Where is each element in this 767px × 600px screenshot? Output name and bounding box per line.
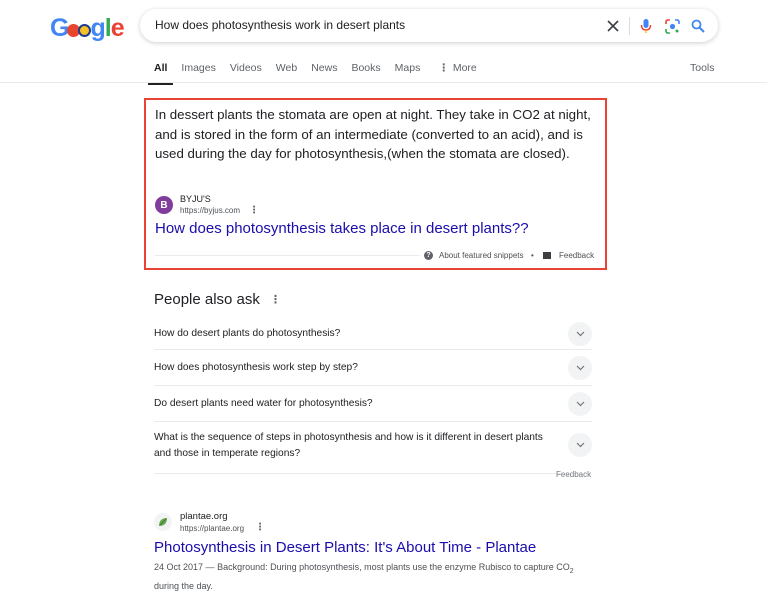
plantae-favicon [154,513,172,531]
result-url[interactable]: https://plantae.org [180,524,244,533]
tab-videos[interactable]: Videos [230,62,262,82]
result-options-icon[interactable]: ⋮ [255,522,265,533]
footer-separator: • [531,251,534,260]
tab-maps[interactable]: Maps [395,62,421,82]
paa-question[interactable]: Do desert plants need water for photosyn… [154,386,592,422]
google-logo[interactable]: Ggle [50,14,125,43]
feedback-icon [543,252,551,259]
tabs-divider [0,82,767,83]
snippet-divider [155,255,420,256]
search-icon[interactable] [688,16,708,36]
help-icon: ? [424,251,433,260]
tab-images[interactable]: Images [181,62,215,82]
microphone-icon[interactable] [636,16,656,36]
tab-news[interactable]: News [311,62,337,82]
paa-options-icon[interactable]: ⋮ [270,293,281,306]
search-divider [629,17,630,35]
more-kebab-icon: ⋮ [438,62,449,74]
source-url[interactable]: https://byjus.com [180,206,240,215]
result-title-link[interactable]: Photosynthesis in Desert Plants: It's Ab… [154,539,536,556]
paa-feedback-link[interactable]: Feedback [556,470,591,479]
chevron-down-icon[interactable] [568,356,592,380]
source-name: BYJU'S [180,194,211,204]
lens-icon[interactable] [662,16,682,36]
paa-title: People also ask [154,291,260,308]
result-date: 24 Oct 2017 [154,562,204,572]
tab-all[interactable]: All [147,62,175,85]
chevron-down-icon[interactable] [568,392,592,416]
about-featured-snippets[interactable]: ? About featured snippets [424,251,524,260]
tools-button[interactable]: Tools [690,62,715,74]
source-options-icon[interactable]: ⋮ [249,205,259,216]
paa-question[interactable]: How do desert plants do photosynthesis? [154,318,592,350]
tab-more[interactable]: ⋮ More [438,62,476,82]
byjus-logo-icon: B [160,199,168,211]
clear-icon[interactable] [603,16,623,36]
snippet-feedback[interactable]: Feedback [543,251,594,260]
search-box[interactable]: How does photosynthesis work in desert p… [140,9,718,42]
search-input[interactable]: How does photosynthesis work in desert p… [155,18,405,32]
tab-books[interactable]: Books [351,62,380,82]
result-snippet: 24 Oct 2017 — Background: During photosy… [154,562,574,591]
tab-web[interactable]: Web [276,62,297,82]
result-site-name: plantae.org [180,511,228,522]
snippet-answer: In dessert plants the stomata are open a… [155,107,591,161]
byjus-favicon: B [155,196,173,214]
paa-question[interactable]: How does photosynthesis work step by ste… [154,350,592,386]
featured-snippet: In dessert plants the stomata are open a… [144,98,607,270]
chevron-down-icon[interactable] [568,322,592,346]
chevron-down-icon[interactable] [568,433,592,457]
search-tabs: All Images Videos Web News Books Maps ⋮ M… [147,62,491,85]
paa-question[interactable]: What is the sequence of steps in photosy… [154,422,562,474]
snippet-title-link[interactable]: How does photosynthesis takes place in d… [155,220,529,237]
plantae-leaf-icon [159,518,167,526]
